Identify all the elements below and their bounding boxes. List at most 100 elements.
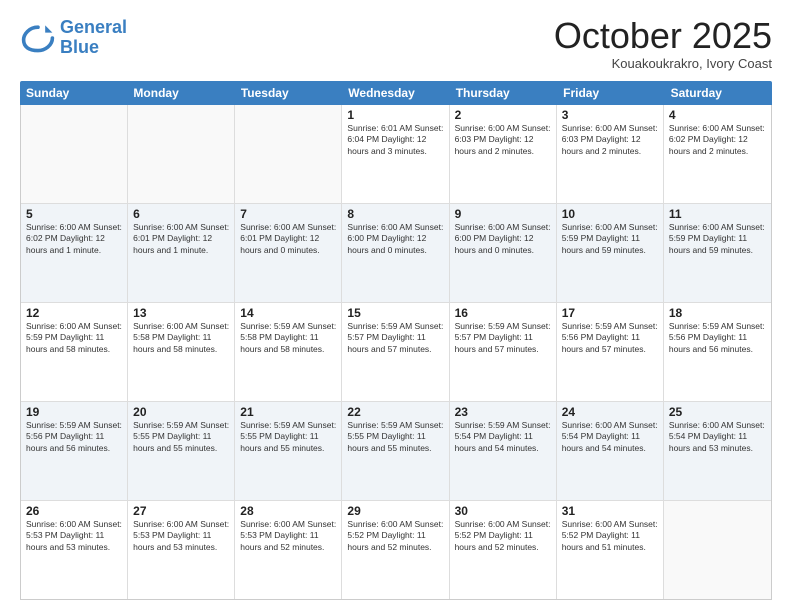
header-day-thursday: Thursday — [450, 81, 557, 105]
day-number: 5 — [26, 207, 122, 221]
logo-line1: General — [60, 17, 127, 37]
day-number: 10 — [562, 207, 658, 221]
day-cell-14: 14Sunrise: 5:59 AM Sunset: 5:58 PM Dayli… — [235, 303, 342, 401]
day-info: Sunrise: 5:59 AM Sunset: 5:55 PM Dayligh… — [133, 420, 229, 454]
calendar-body: 1Sunrise: 6:01 AM Sunset: 6:04 PM Daylig… — [20, 105, 772, 600]
header-day-monday: Monday — [127, 81, 234, 105]
day-number: 23 — [455, 405, 551, 419]
day-number: 29 — [347, 504, 443, 518]
day-info: Sunrise: 5:59 AM Sunset: 5:55 PM Dayligh… — [347, 420, 443, 454]
day-info: Sunrise: 6:00 AM Sunset: 5:54 PM Dayligh… — [562, 420, 658, 454]
day-info: Sunrise: 6:00 AM Sunset: 6:00 PM Dayligh… — [455, 222, 551, 256]
logo-icon — [20, 20, 56, 56]
empty-cell-0-0 — [21, 105, 128, 203]
header-day-tuesday: Tuesday — [235, 81, 342, 105]
day-number: 14 — [240, 306, 336, 320]
day-number: 22 — [347, 405, 443, 419]
day-info: Sunrise: 6:00 AM Sunset: 6:01 PM Dayligh… — [240, 222, 336, 256]
day-info: Sunrise: 5:59 AM Sunset: 5:56 PM Dayligh… — [669, 321, 766, 355]
day-info: Sunrise: 6:00 AM Sunset: 5:53 PM Dayligh… — [240, 519, 336, 553]
day-cell-24: 24Sunrise: 6:00 AM Sunset: 5:54 PM Dayli… — [557, 402, 664, 500]
empty-cell-4-6 — [664, 501, 771, 599]
day-number: 27 — [133, 504, 229, 518]
day-info: Sunrise: 5:59 AM Sunset: 5:55 PM Dayligh… — [240, 420, 336, 454]
calendar: SundayMondayTuesdayWednesdayThursdayFrid… — [20, 81, 772, 600]
day-cell-13: 13Sunrise: 6:00 AM Sunset: 5:58 PM Dayli… — [128, 303, 235, 401]
day-info: Sunrise: 6:00 AM Sunset: 5:52 PM Dayligh… — [562, 519, 658, 553]
day-cell-12: 12Sunrise: 6:00 AM Sunset: 5:59 PM Dayli… — [21, 303, 128, 401]
day-cell-3: 3Sunrise: 6:00 AM Sunset: 6:03 PM Daylig… — [557, 105, 664, 203]
day-number: 11 — [669, 207, 766, 221]
day-cell-29: 29Sunrise: 6:00 AM Sunset: 5:52 PM Dayli… — [342, 501, 449, 599]
logo: General Blue — [20, 18, 127, 58]
day-number: 17 — [562, 306, 658, 320]
day-number: 9 — [455, 207, 551, 221]
day-cell-8: 8Sunrise: 6:00 AM Sunset: 6:00 PM Daylig… — [342, 204, 449, 302]
day-number: 20 — [133, 405, 229, 419]
day-info: Sunrise: 6:00 AM Sunset: 5:53 PM Dayligh… — [26, 519, 122, 553]
day-number: 21 — [240, 405, 336, 419]
day-number: 18 — [669, 306, 766, 320]
day-cell-16: 16Sunrise: 5:59 AM Sunset: 5:57 PM Dayli… — [450, 303, 557, 401]
day-cell-9: 9Sunrise: 6:00 AM Sunset: 6:00 PM Daylig… — [450, 204, 557, 302]
day-cell-2: 2Sunrise: 6:00 AM Sunset: 6:03 PM Daylig… — [450, 105, 557, 203]
day-cell-4: 4Sunrise: 6:00 AM Sunset: 6:02 PM Daylig… — [664, 105, 771, 203]
day-number: 30 — [455, 504, 551, 518]
header-day-sunday: Sunday — [20, 81, 127, 105]
day-cell-25: 25Sunrise: 6:00 AM Sunset: 5:54 PM Dayli… — [664, 402, 771, 500]
day-info: Sunrise: 6:00 AM Sunset: 6:01 PM Dayligh… — [133, 222, 229, 256]
day-cell-11: 11Sunrise: 6:00 AM Sunset: 5:59 PM Dayli… — [664, 204, 771, 302]
day-info: Sunrise: 6:00 AM Sunset: 5:58 PM Dayligh… — [133, 321, 229, 355]
day-info: Sunrise: 6:01 AM Sunset: 6:04 PM Dayligh… — [347, 123, 443, 157]
day-cell-10: 10Sunrise: 6:00 AM Sunset: 5:59 PM Dayli… — [557, 204, 664, 302]
day-number: 1 — [347, 108, 443, 122]
day-number: 4 — [669, 108, 766, 122]
day-number: 26 — [26, 504, 122, 518]
week-row-4: 19Sunrise: 5:59 AM Sunset: 5:56 PM Dayli… — [21, 402, 771, 501]
header: General Blue October 2025 Kouakoukrakro,… — [20, 18, 772, 71]
day-cell-6: 6Sunrise: 6:00 AM Sunset: 6:01 PM Daylig… — [128, 204, 235, 302]
week-row-2: 5Sunrise: 6:00 AM Sunset: 6:02 PM Daylig… — [21, 204, 771, 303]
day-number: 24 — [562, 405, 658, 419]
day-cell-27: 27Sunrise: 6:00 AM Sunset: 5:53 PM Dayli… — [128, 501, 235, 599]
day-cell-30: 30Sunrise: 6:00 AM Sunset: 5:52 PM Dayli… — [450, 501, 557, 599]
day-number: 16 — [455, 306, 551, 320]
day-info: Sunrise: 5:59 AM Sunset: 5:57 PM Dayligh… — [347, 321, 443, 355]
week-row-3: 12Sunrise: 6:00 AM Sunset: 5:59 PM Dayli… — [21, 303, 771, 402]
day-info: Sunrise: 5:59 AM Sunset: 5:54 PM Dayligh… — [455, 420, 551, 454]
week-row-5: 26Sunrise: 6:00 AM Sunset: 5:53 PM Dayli… — [21, 501, 771, 599]
day-number: 15 — [347, 306, 443, 320]
empty-cell-0-1 — [128, 105, 235, 203]
day-info: Sunrise: 6:00 AM Sunset: 6:00 PM Dayligh… — [347, 222, 443, 256]
day-number: 8 — [347, 207, 443, 221]
day-number: 7 — [240, 207, 336, 221]
empty-cell-0-2 — [235, 105, 342, 203]
day-info: Sunrise: 6:00 AM Sunset: 6:02 PM Dayligh… — [26, 222, 122, 256]
day-number: 31 — [562, 504, 658, 518]
header-day-wednesday: Wednesday — [342, 81, 449, 105]
header-day-friday: Friday — [557, 81, 664, 105]
page: General Blue October 2025 Kouakoukrakro,… — [0, 0, 792, 612]
day-info: Sunrise: 6:00 AM Sunset: 5:59 PM Dayligh… — [669, 222, 766, 256]
day-info: Sunrise: 6:00 AM Sunset: 6:03 PM Dayligh… — [455, 123, 551, 157]
day-info: Sunrise: 5:59 AM Sunset: 5:56 PM Dayligh… — [26, 420, 122, 454]
day-cell-21: 21Sunrise: 5:59 AM Sunset: 5:55 PM Dayli… — [235, 402, 342, 500]
day-cell-15: 15Sunrise: 5:59 AM Sunset: 5:57 PM Dayli… — [342, 303, 449, 401]
day-cell-23: 23Sunrise: 5:59 AM Sunset: 5:54 PM Dayli… — [450, 402, 557, 500]
day-number: 3 — [562, 108, 658, 122]
calendar-header: SundayMondayTuesdayWednesdayThursdayFrid… — [20, 81, 772, 105]
logo-text: General Blue — [60, 18, 127, 58]
day-cell-28: 28Sunrise: 6:00 AM Sunset: 5:53 PM Dayli… — [235, 501, 342, 599]
day-number: 19 — [26, 405, 122, 419]
logo-line2: Blue — [60, 37, 99, 57]
day-cell-7: 7Sunrise: 6:00 AM Sunset: 6:01 PM Daylig… — [235, 204, 342, 302]
day-cell-22: 22Sunrise: 5:59 AM Sunset: 5:55 PM Dayli… — [342, 402, 449, 500]
day-cell-20: 20Sunrise: 5:59 AM Sunset: 5:55 PM Dayli… — [128, 402, 235, 500]
month-title: October 2025 — [554, 18, 772, 54]
day-info: Sunrise: 6:00 AM Sunset: 6:03 PM Dayligh… — [562, 123, 658, 157]
day-cell-19: 19Sunrise: 5:59 AM Sunset: 5:56 PM Dayli… — [21, 402, 128, 500]
day-info: Sunrise: 6:00 AM Sunset: 5:52 PM Dayligh… — [455, 519, 551, 553]
day-info: Sunrise: 6:00 AM Sunset: 5:52 PM Dayligh… — [347, 519, 443, 553]
day-info: Sunrise: 5:59 AM Sunset: 5:57 PM Dayligh… — [455, 321, 551, 355]
day-cell-17: 17Sunrise: 5:59 AM Sunset: 5:56 PM Dayli… — [557, 303, 664, 401]
